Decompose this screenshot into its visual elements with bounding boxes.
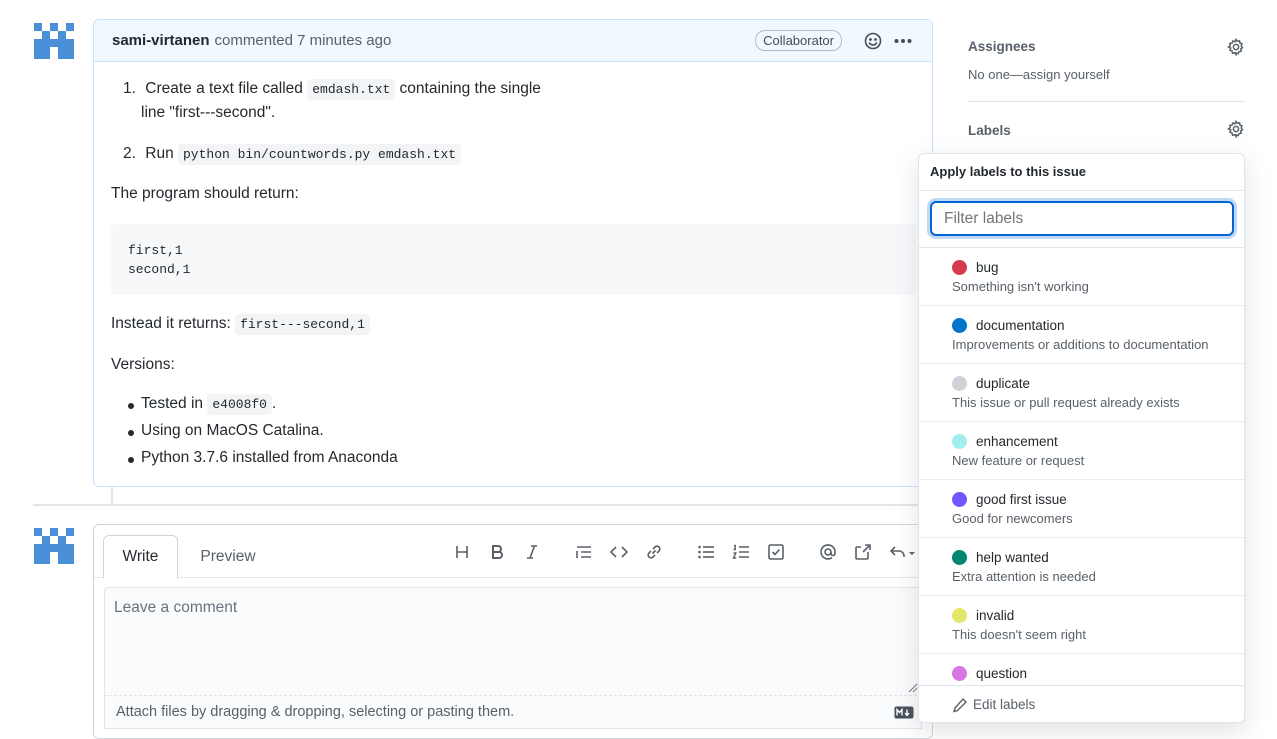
unordered-list-icon[interactable] — [695, 541, 717, 563]
label-color-dot — [952, 376, 967, 391]
label-item-bug[interactable]: bug Something isn't working — [919, 248, 1244, 306]
labels-heading: Labels — [968, 123, 1011, 138]
label-color-dot — [952, 550, 967, 565]
resize-handle-icon[interactable] — [906, 681, 918, 693]
comment-header: sami-virtanen commented 7 minutes ago Co… — [94, 20, 932, 62]
timeline-divider — [33, 504, 933, 506]
collaborator-badge: Collaborator — [755, 30, 842, 51]
bullet — [128, 430, 134, 436]
label-name: enhancement — [976, 434, 1058, 449]
label-description: Something isn't working — [952, 279, 1089, 294]
kebab-menu-icon[interactable] — [892, 30, 914, 52]
bold-icon[interactable] — [486, 541, 508, 563]
gear-icon[interactable] — [1227, 120, 1245, 138]
tab-preview[interactable]: Preview — [190, 535, 266, 579]
labels-popover: Apply labels to this issue bug Something… — [918, 153, 1245, 723]
link-icon[interactable] — [643, 541, 665, 563]
list-item: Python 3.7.6 installed from Anaconda — [141, 449, 398, 466]
timeline-bar — [111, 487, 113, 505]
assign-yourself-link[interactable]: No one—assign yourself — [968, 67, 1110, 82]
label-name: duplicate — [976, 376, 1031, 391]
cross-reference-icon[interactable] — [852, 541, 874, 563]
gear-icon[interactable] — [1227, 38, 1245, 56]
label-color-dot — [952, 260, 967, 275]
label-name: documentation — [976, 318, 1065, 333]
label-item-documentation[interactable]: documentation Improvements or additions … — [919, 306, 1244, 364]
label-item-duplicate[interactable]: duplicate This issue or pull request alr… — [919, 364, 1244, 422]
bullet — [128, 457, 134, 463]
label-name: question — [976, 666, 1028, 681]
avatar[interactable] — [34, 524, 74, 564]
comment-editor: Write Preview Leave a comment Attach fil… — [93, 524, 933, 739]
list-item: Tested in e4008f0. — [141, 394, 276, 415]
filter-labels-input[interactable] — [930, 201, 1234, 236]
label-description: Good for newcomers — [952, 511, 1073, 526]
bullet — [128, 403, 134, 409]
popover-title: Apply labels to this issue — [919, 154, 1244, 191]
list-item: Using on MacOS Catalina. — [141, 422, 324, 439]
label-name: invalid — [976, 608, 1015, 623]
sidebar-divider — [968, 101, 1245, 102]
label-item-good-first-issue[interactable]: good first issue Good for newcomers — [919, 480, 1244, 538]
comment-textarea[interactable]: Leave a comment — [104, 587, 922, 695]
task-list-icon[interactable] — [765, 541, 787, 563]
edit-labels-button[interactable]: Edit labels — [919, 685, 1244, 722]
list-item: 2. Run python bin/countwords.py emdash.t… — [123, 144, 462, 165]
avatar[interactable] — [34, 19, 74, 59]
label-name: help wanted — [976, 550, 1049, 565]
label-color-dot — [952, 608, 967, 623]
label-color-dot — [952, 434, 967, 449]
code-icon[interactable] — [608, 541, 630, 563]
label-item-enhancement[interactable]: enhancement New feature or request — [919, 422, 1244, 480]
code-block: first,1 second,1 — [111, 224, 916, 295]
edit-labels-label: Edit labels — [973, 697, 1036, 712]
italic-icon[interactable] — [521, 541, 543, 563]
list-item: 1. Create a text file called emdash.txt … — [123, 79, 583, 100]
pencil-icon — [952, 697, 967, 713]
label-item-help-wanted[interactable]: help wanted Extra attention is needed — [919, 538, 1244, 596]
markdown-icon[interactable] — [894, 706, 914, 719]
assignees-heading: Assignees — [968, 39, 1036, 54]
comment-author[interactable]: sami-virtanen — [112, 32, 210, 49]
label-description: This issue or pull request already exist… — [952, 395, 1180, 410]
label-name: good first issue — [976, 492, 1067, 507]
label-color-dot — [952, 492, 967, 507]
reply-icon[interactable] — [887, 541, 919, 563]
mention-icon[interactable] — [817, 541, 839, 563]
tab-write[interactable]: Write — [103, 535, 178, 579]
label-item-invalid[interactable]: invalid This doesn't seem right — [919, 596, 1244, 654]
heading-icon[interactable] — [451, 541, 473, 563]
filter-wrap — [919, 191, 1244, 248]
label-list: bug Something isn't working documentatio… — [919, 248, 1244, 712]
label-name: bug — [976, 260, 999, 275]
paragraph: Versions: — [111, 356, 175, 373]
attach-files-bar[interactable]: Attach files by dragging & dropping, sel… — [104, 695, 922, 729]
smiley-icon[interactable] — [862, 30, 884, 52]
label-color-dot — [952, 318, 967, 333]
label-description: Extra attention is needed — [952, 569, 1096, 584]
label-description: New feature or request — [952, 453, 1085, 468]
quote-icon[interactable] — [573, 541, 595, 563]
paragraph: The program should return: — [111, 185, 299, 202]
list-item-continuation: line "first---second". — [141, 104, 276, 121]
comment-box: sami-virtanen commented 7 minutes ago Co… — [93, 19, 933, 487]
label-description: This doesn't seem right — [952, 627, 1086, 642]
ordered-list-icon[interactable] — [730, 541, 752, 563]
label-color-dot — [952, 666, 967, 681]
label-description: Improvements or additions to documentati… — [952, 337, 1209, 352]
paragraph: Instead it returns: first---second,1 — [111, 314, 370, 335]
comment-timestamp[interactable]: commented 7 minutes ago — [215, 32, 392, 49]
